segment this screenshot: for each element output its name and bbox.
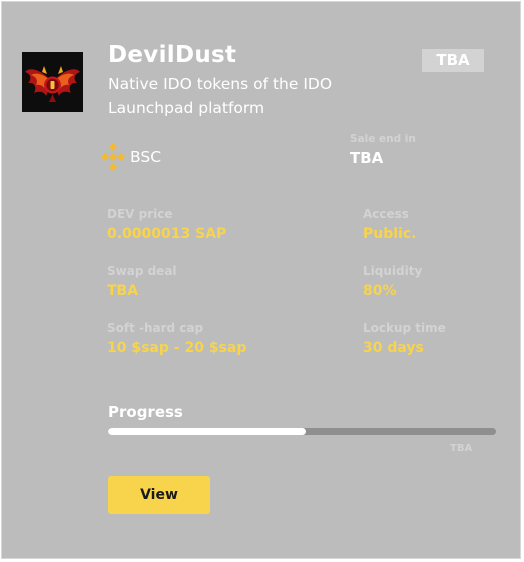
soft-hard-cap-value: 10 $sap - 20 $sap bbox=[107, 340, 247, 356]
progress-label: Progress bbox=[108, 403, 183, 421]
sale-end-label: Sale end in bbox=[350, 133, 416, 145]
progress-caption: TBA bbox=[450, 443, 473, 454]
lockup-time-label: Lockup time bbox=[363, 321, 446, 335]
access-label: Access bbox=[363, 207, 409, 221]
chain-indicator: BSC bbox=[98, 142, 161, 172]
chain-label: BSC bbox=[130, 148, 162, 166]
winged-devil-logo-icon bbox=[22, 52, 83, 112]
progress-bar bbox=[108, 428, 496, 435]
liquidity-value: 80% bbox=[363, 283, 397, 299]
project-logo bbox=[22, 52, 83, 112]
sale-end-value: TBA bbox=[350, 149, 384, 167]
swap-deal-label: Swap deal bbox=[107, 264, 177, 278]
dev-price-label: DEV price bbox=[107, 207, 173, 221]
dev-price-value: 0.0000013 SAP bbox=[107, 226, 227, 242]
swap-deal-value: TBA bbox=[107, 283, 139, 299]
project-description: Native IDO tokens of the IDO Launchpad p… bbox=[108, 75, 333, 117]
soft-hard-cap-label: Soft -hard cap bbox=[107, 321, 204, 335]
project-title: DevilDust bbox=[108, 42, 237, 68]
progress-bar-fill bbox=[108, 428, 306, 435]
bnb-chain-icon bbox=[101, 143, 125, 171]
liquidity-label: Liquidity bbox=[363, 264, 423, 278]
view-button[interactable]: View bbox=[108, 476, 210, 514]
project-card: DevilDust Native IDO tokens of the IDO L… bbox=[1, 1, 521, 559]
access-value: Public. bbox=[363, 226, 417, 242]
status-badge: TBA bbox=[422, 49, 484, 72]
lockup-time-value: 30 days bbox=[363, 340, 424, 356]
